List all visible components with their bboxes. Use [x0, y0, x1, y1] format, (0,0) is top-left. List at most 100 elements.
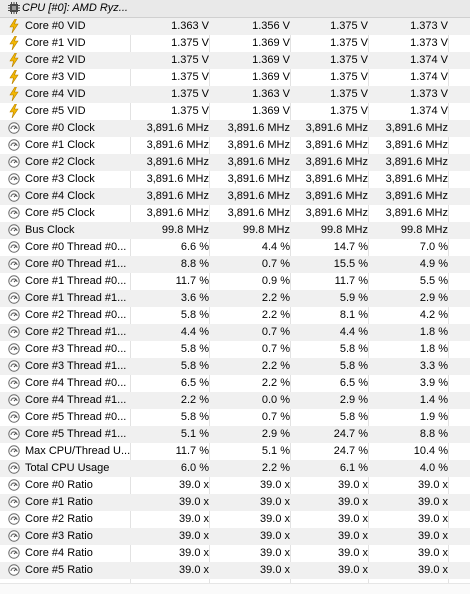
sensor-row[interactable]: Core #0 Ratio 39.0 x 39.0 x 39.0 x 39.0 x [0, 477, 470, 494]
average-value: 3,891.6 MHz [385, 122, 448, 134]
min-value: 0.7 % [261, 343, 290, 355]
average-value: 39.0 x [418, 547, 448, 559]
min-value: 2.2 % [261, 462, 290, 474]
gauge-icon [8, 258, 20, 270]
sensor-row[interactable]: Core #3 Ratio 39.0 x 39.0 x 39.0 x 39.0 x [0, 528, 470, 545]
average-value: 8.8 % [419, 428, 448, 440]
min-value: 99.8 MHz [242, 224, 290, 236]
average-value: 1.374 V [410, 54, 448, 66]
max-value: 24.7 % [333, 445, 368, 457]
min-value: 1.356 V [252, 20, 290, 32]
sensor-row[interactable]: Core #0 Thread #1... 8.8 % 0.7 % 15.5 % 4.9 … [0, 256, 470, 273]
sensor-row[interactable]: Core #5 Thread #0... 5.8 % 0.7 % 5.8 % 1.9 % [0, 409, 470, 426]
max-value: 3,891.6 MHz [305, 173, 368, 185]
max-value: 3,891.6 MHz [305, 156, 368, 168]
sensor-name: Core #2 Thread #0... [25, 309, 127, 321]
current-value: 2.2 % [180, 394, 209, 406]
average-value: 3,891.6 MHz [385, 139, 448, 151]
average-value: 2.9 % [419, 292, 448, 304]
current-value: 5.1 % [180, 428, 209, 440]
sensor-row[interactable]: Core #2 VID 1.375 V 1.369 V 1.375 V 1.374 V [0, 52, 470, 69]
sensor-row[interactable]: Core #0 Thread #0... 6.6 % 4.4 % 14.7 % 7.0 … [0, 239, 470, 256]
min-value: 1.363 V [252, 88, 290, 100]
sensor-name: Core #4 VID [25, 88, 86, 100]
average-value: 1.373 V [410, 20, 448, 32]
sensor-name: Core #1 Ratio [25, 496, 93, 508]
sensor-row[interactable]: Core #3 Thread #1... 5.8 % 2.2 % 5.8 % 3.3 % [0, 358, 470, 375]
current-value: 8.8 % [180, 258, 209, 270]
sensor-row[interactable]: Core #3 Thread #0... 5.8 % 0.7 % 5.8 % 1.8 % [0, 341, 470, 358]
sensor-row[interactable]: Core #0 VID 1.363 V 1.356 V 1.375 V 1.373 V [0, 18, 470, 35]
average-value: 3,891.6 MHz [385, 173, 448, 185]
sensor-row[interactable]: Core #0 Clock 3,891.6 MHz 3,891.6 MHz 3,891… [0, 120, 470, 137]
sensor-group-header[interactable]: CPU [#0]: AMD Ryz... [0, 0, 470, 18]
sensor-row[interactable]: Core #2 Clock 3,891.6 MHz 3,891.6 MHz 3,891… [0, 154, 470, 171]
sensor-row[interactable]: Core #3 Clock 3,891.6 MHz 3,891.6 MHz 3,891… [0, 171, 470, 188]
min-value: 1.369 V [252, 54, 290, 66]
average-value: 4.0 % [419, 462, 448, 474]
current-value: 5.8 % [180, 343, 209, 355]
average-value: 1.374 V [410, 105, 448, 117]
sensor-row[interactable]: Core #1 Ratio 39.0 x 39.0 x 39.0 x 39.0 x [0, 494, 470, 511]
min-value: 39.0 x [260, 513, 290, 525]
sensor-row[interactable]: Core #4 Clock 3,891.6 MHz 3,891.6 MHz 3,891… [0, 188, 470, 205]
sensor-row[interactable]: Core #4 Ratio 39.0 x 39.0 x 39.0 x 39.0 x [0, 545, 470, 562]
sensor-row[interactable]: Core #5 Clock 3,891.6 MHz 3,891.6 MHz 3,891… [0, 205, 470, 222]
min-value: 3,891.6 MHz [227, 139, 290, 151]
max-value: 8.1 % [339, 309, 368, 321]
sensor-row[interactable]: Core #5 Thread #1... 5.1 % 2.9 % 24.7 % 8.8 … [0, 426, 470, 443]
sensor-row[interactable]: Core #2 Thread #0... 5.8 % 2.2 % 8.1 % 4.2 % [0, 307, 470, 324]
average-value: 39.0 x [418, 513, 448, 525]
max-value: 1.375 V [330, 20, 368, 32]
max-value: 5.9 % [339, 292, 368, 304]
sensor-row[interactable]: Core #3 VID 1.375 V 1.369 V 1.375 V 1.374 V [0, 69, 470, 86]
current-value: 1.363 V [171, 20, 209, 32]
max-value: 11.7 % [334, 275, 368, 287]
sensor-name: Core #0 Thread #0... [25, 241, 127, 253]
current-value: 11.7 % [175, 445, 209, 457]
sensor-row[interactable]: Core #1 Thread #0... 11.7 % 0.9 % 11.7 % 5.5… [0, 273, 470, 290]
current-value: 1.375 V [171, 88, 209, 100]
average-value: 1.373 V [410, 37, 448, 49]
sensor-row[interactable]: Core #1 Clock 3,891.6 MHz 3,891.6 MHz 3,891… [0, 137, 470, 154]
sensor-row[interactable]: Core #1 Thread #1... 3.6 % 2.2 % 5.9 % 2.9 % [0, 290, 470, 307]
sensor-row[interactable]: Core #4 Thread #1... 2.2 % 0.0 % 2.9 % 1.4 % [0, 392, 470, 409]
current-value: 3,891.6 MHz [146, 156, 209, 168]
min-value: 2.2 % [261, 309, 290, 321]
min-value: 0.7 % [261, 258, 290, 270]
max-value: 3,891.6 MHz [305, 190, 368, 202]
current-value: 39.0 x [179, 513, 209, 525]
gauge-icon [8, 360, 20, 372]
sensor-row[interactable]: Bus Clock 99.8 MHz 99.8 MHz 99.8 MHz 99.8 MH… [0, 222, 470, 239]
sensor-name: Core #0 VID [25, 20, 86, 32]
sensor-row[interactable]: Core #2 Ratio 39.0 x 39.0 x 39.0 x 39.0 x [0, 511, 470, 528]
sensor-name: Bus Clock [25, 224, 75, 236]
gauge-icon [8, 224, 20, 236]
sensor-row[interactable]: Total CPU Usage 6.0 % 2.2 % 6.1 % 4.0 % [0, 460, 470, 477]
average-value: 4.2 % [419, 309, 448, 321]
table-bottom-edge [0, 583, 470, 594]
sensor-name: Core #4 Thread #1... [25, 394, 127, 406]
sensor-name: Core #4 Thread #0... [25, 377, 127, 389]
average-value: 3,891.6 MHz [385, 207, 448, 219]
sensor-row[interactable]: Core #5 Ratio 39.0 x 39.0 x 39.0 x 39.0 x [0, 562, 470, 579]
current-value: 39.0 x [179, 564, 209, 576]
sensor-row[interactable]: Core #2 Thread #1... 4.4 % 0.7 % 4.4 % 1.8 % [0, 324, 470, 341]
voltage-icon [8, 53, 20, 67]
gauge-icon [8, 139, 20, 151]
min-value: 39.0 x [260, 496, 290, 508]
average-value: 3,891.6 MHz [385, 156, 448, 168]
sensor-row[interactable]: Core #1 VID 1.375 V 1.369 V 1.375 V 1.373 V [0, 35, 470, 52]
sensor-row[interactable]: Core #4 Thread #0... 6.5 % 2.2 % 6.5 % 3.9 % [0, 375, 470, 392]
max-value: 3,891.6 MHz [305, 139, 368, 151]
sensor-row[interactable]: Core #5 VID 1.375 V 1.369 V 1.375 V 1.374 V [0, 103, 470, 120]
max-value: 39.0 x [338, 530, 368, 542]
gauge-icon [8, 445, 20, 457]
max-value: 3,891.6 MHz [305, 207, 368, 219]
sensor-name: Core #1 Clock [25, 139, 95, 151]
sensor-row[interactable]: Core #4 VID 1.375 V 1.363 V 1.375 V 1.373 V [0, 86, 470, 103]
min-value: 39.0 x [260, 479, 290, 491]
sensor-row[interactable]: Max CPU/Thread U... 11.7 % 5.1 % 24.7 % 10.4… [0, 443, 470, 460]
gauge-icon [8, 394, 20, 406]
max-value: 39.0 x [338, 496, 368, 508]
